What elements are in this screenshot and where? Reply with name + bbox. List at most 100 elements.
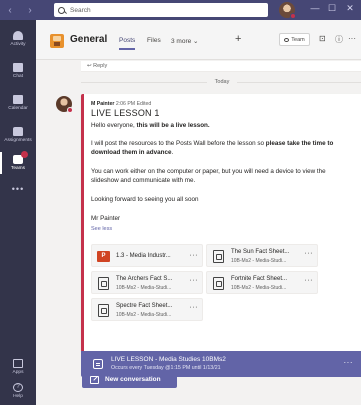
bold-text: this will be a live lesson. [136, 122, 210, 129]
rail-label: Help [13, 394, 23, 399]
see-less-link[interactable]: See less [91, 226, 112, 232]
post-signature: Mr Painter [91, 215, 121, 222]
rail-item-chat[interactable]: Chat [0, 56, 36, 86]
attachment-name: Spectre Fact Sheet... [116, 303, 173, 309]
user-avatar[interactable] [279, 2, 296, 19]
attachment-card[interactable]: The Sun Fact Sheet... 10B-Ms2 - Media-St… [206, 244, 318, 267]
eye-icon [284, 37, 290, 42]
post-subject: LIVE LESSON 1 [91, 108, 160, 118]
attachment-name: The Sun Fact Sheet... [231, 249, 290, 255]
attachment-more-button[interactable]: ··· [305, 277, 314, 284]
attachment-card[interactable]: The Archers Fact S... 10B-Ms2 - Media-St… [91, 271, 203, 294]
rail-item-calendar[interactable]: Calendar [0, 88, 36, 118]
reply-button[interactable]: ↩ Reply [81, 61, 361, 72]
search-icon [58, 6, 65, 14]
app-rail: Activity Chat Calendar Assignments Teams… [0, 20, 36, 405]
info-icon[interactable]: ⓘ [335, 34, 343, 45]
title-bar: ‹ › Search — ☐ ✕ [0, 0, 361, 20]
post-paragraph-4: Looking forward to seeing you all soon [91, 196, 199, 203]
rail-item-more[interactable]: ••• [0, 174, 36, 204]
minimize-button[interactable]: — [308, 3, 322, 13]
attachment-location: 10B-Ms2 - Media-Studi... [116, 312, 172, 318]
author-avatar[interactable] [56, 96, 73, 113]
attachment-more-button[interactable]: ··· [190, 252, 199, 259]
attachment-name: 1.3 - Media Industr... [116, 253, 171, 259]
rail-item-assignments[interactable]: Assignments [0, 120, 36, 150]
attachment-more-button[interactable]: ··· [190, 277, 199, 284]
rail-item-activity[interactable]: Activity [0, 24, 36, 54]
attachment-location: 10B-Ms2 - Media-Studi... [231, 285, 287, 291]
rail-label: Activity [10, 42, 26, 47]
search-placeholder: Search [70, 6, 91, 14]
attachment-card[interactable]: Fortnite Fact Sheet... 10B-Ms2 - Media-S… [206, 271, 318, 294]
calendar-icon [93, 359, 103, 369]
post-edited: Edited [136, 101, 152, 107]
text: I will post the resources to the Posts W… [91, 140, 266, 147]
rail-item-help[interactable]: ? Help [0, 376, 36, 405]
attachment-location: 10B-Ms2 - Media-Studi... [231, 258, 287, 264]
posts-feed: ↩ Reply Today M Painter 2:06 PM Edited L… [36, 61, 361, 405]
rail-label: Calendar [8, 106, 28, 111]
search-input[interactable]: Search [54, 3, 268, 17]
rail-label: Apps [12, 370, 24, 375]
attachment-more-button[interactable]: ··· [190, 304, 199, 311]
attachment-card[interactable]: Spectre Fact Sheet... 10B-Ms2 - Media-St… [91, 298, 203, 321]
file-icon [98, 277, 109, 290]
rail-label: Teams [10, 166, 26, 171]
bell-icon [13, 31, 23, 40]
rail-label: Chat [12, 74, 24, 79]
calendar-icon [13, 95, 23, 104]
close-button[interactable]: ✕ [343, 3, 357, 14]
post-author: M Painter [91, 101, 115, 107]
history-nav: ‹ › [0, 5, 40, 16]
new-conversation-label: New conversation [105, 376, 161, 383]
more-icon: ••• [11, 184, 25, 194]
powerpoint-icon: P [97, 251, 110, 262]
presence-busy-icon [290, 13, 296, 19]
attachment-name: Fortnite Fact Sheet... [231, 276, 288, 282]
back-arrow-icon[interactable]: ‹ [8, 5, 11, 16]
notification-badge [21, 151, 28, 158]
file-icon [213, 277, 224, 290]
text: . [171, 149, 174, 156]
file-icon [98, 304, 109, 317]
forward-arrow-icon[interactable]: › [28, 5, 31, 16]
new-conversation-button[interactable]: New conversation [82, 371, 177, 388]
tab-files[interactable]: Files [147, 37, 161, 44]
rail-label: Assignments [4, 138, 32, 143]
compose-icon [90, 375, 99, 384]
apps-icon [13, 359, 23, 368]
add-tab-button[interactable]: + [235, 33, 241, 45]
video-icon[interactable]: ⊡ [319, 34, 326, 43]
date-divider: Today [81, 78, 361, 86]
post-meta: M Painter 2:06 PM Edited [91, 101, 151, 107]
team-avatar [50, 34, 64, 48]
attachment-location: 10B-Ms2 - Media-Studi... [116, 285, 172, 291]
post-paragraph-2: I will post the resources to the Posts W… [91, 139, 353, 157]
attachment-card[interactable]: P 1.3 - Media Industr... ··· [91, 244, 203, 267]
chat-icon [13, 63, 23, 72]
teams-icon [13, 151, 28, 164]
team-button[interactable]: Team [279, 33, 310, 46]
post-time: 2:06 PM [115, 101, 136, 107]
team-button-label: Team [291, 36, 305, 43]
post-card: M Painter 2:06 PM Edited LIVE LESSON 1 H… [81, 94, 361, 352]
assignments-icon [13, 127, 23, 136]
meeting-title: LIVE LESSON - Media Studies 10BMs2 [111, 356, 226, 363]
maximize-button[interactable]: ☐ [325, 3, 339, 14]
attachment-name: The Archers Fact S... [116, 276, 173, 282]
post-paragraph-1: Hello everyone, this will be a live less… [91, 121, 353, 130]
more-options-button[interactable]: ··· [348, 34, 356, 43]
post-paragraph-3: You can work either on the computer or p… [91, 168, 326, 184]
channel-header: General Posts Files 3 more ⌄ + Team ⊡ ⓘ … [36, 20, 361, 60]
help-icon: ? [13, 383, 23, 392]
tab-more[interactable]: 3 more ⌄ [171, 37, 198, 45]
attachment-more-button[interactable]: ··· [305, 250, 314, 257]
channel-title: General [70, 34, 108, 45]
meeting-more-button[interactable]: ··· [344, 358, 354, 367]
file-icon [213, 250, 224, 263]
presence-busy-icon [67, 107, 73, 113]
tab-posts[interactable]: Posts [119, 37, 136, 50]
date-label: Today [214, 79, 230, 85]
text: Hello everyone, [91, 122, 137, 129]
